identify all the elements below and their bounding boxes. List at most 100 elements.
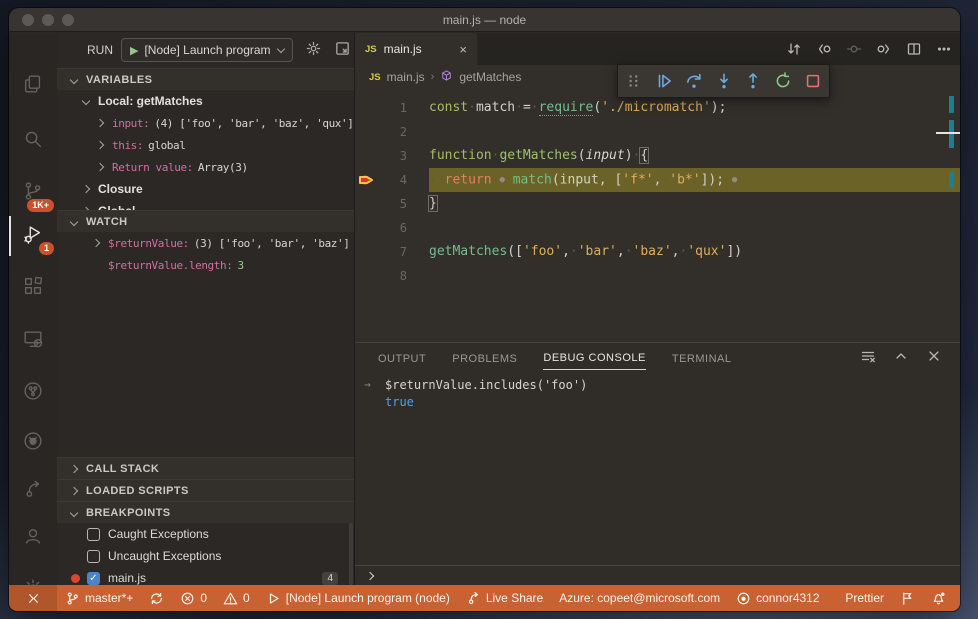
status-git-branch[interactable]: master*+ xyxy=(57,585,141,611)
breakpoint-checkbox[interactable] xyxy=(87,527,100,541)
code-line-1[interactable]: 1 const·match·=·require('./micromatch'); xyxy=(355,96,960,120)
close-panel-icon[interactable] xyxy=(926,348,942,369)
next-change-icon[interactable] xyxy=(876,41,892,57)
watch-row[interactable]: $returnValue: (3) ['foo', 'bar', 'baz'] xyxy=(57,232,354,254)
vscode-window: main.js — node 1K+ 1 RUN ▶ [Node] Launch … xyxy=(9,8,960,611)
section-watch[interactable]: WATCH xyxy=(57,210,354,232)
activity-item-accounts[interactable] xyxy=(9,516,57,560)
variable-value: Array(3) xyxy=(197,160,248,174)
activity-item-remote-explorer[interactable] xyxy=(9,319,57,363)
step-over-button[interactable] xyxy=(683,70,704,92)
panel-tab-debug-console[interactable]: DEBUG CONSOLE xyxy=(543,346,646,370)
line-number[interactable]: 7 xyxy=(355,240,407,264)
activity-item-source-control[interactable]: 1K+ xyxy=(9,171,57,215)
more-actions-icon[interactable] xyxy=(936,41,952,57)
activity-badge: 1 xyxy=(37,241,55,256)
step-into-button[interactable] xyxy=(713,70,734,92)
activity-item-live-share[interactable] xyxy=(9,469,57,513)
maximize-window-button[interactable] xyxy=(62,14,74,26)
variable-row[interactable]: this: global xyxy=(57,134,354,156)
section-variables[interactable]: VARIABLES xyxy=(57,68,354,90)
breakpoint-checkbox[interactable]: ✓ xyxy=(87,571,100,585)
breakpoint-checkbox[interactable] xyxy=(87,549,100,563)
current-change-icon[interactable] xyxy=(846,41,862,57)
status-prettier[interactable]: Prettier xyxy=(837,585,892,611)
activity-item-extensions[interactable] xyxy=(9,266,57,310)
section-breakpoints[interactable]: BREAKPOINTS xyxy=(57,501,354,523)
activity-item-run-and-debug[interactable]: 1 xyxy=(9,214,57,258)
code-line-5[interactable]: 5} xyxy=(355,192,960,216)
status-remote-indicator[interactable] xyxy=(9,585,57,611)
panel-tab-problems[interactable]: PROBLEMS xyxy=(452,347,517,370)
section-call-stack[interactable]: CALL STACK xyxy=(57,457,354,479)
status-feedback[interactable] xyxy=(892,585,923,611)
activity-item-git-graph[interactable] xyxy=(9,371,57,415)
clear-console-icon[interactable] xyxy=(860,348,876,369)
panel-tab-terminal[interactable]: TERMINAL xyxy=(672,347,732,370)
status-debug-launch[interactable]: [Node] Launch program (node) xyxy=(258,585,458,611)
continue-button[interactable] xyxy=(654,70,675,92)
restart-button[interactable] xyxy=(773,70,794,92)
tab-main-js[interactable]: JS main.js × xyxy=(355,33,477,65)
overview-ruler[interactable] xyxy=(936,89,960,342)
variable-row[interactable]: Closure xyxy=(57,178,354,200)
token-pl: ]) xyxy=(726,244,743,259)
token-str: 'qux' xyxy=(687,244,727,259)
previous-change-icon[interactable] xyxy=(816,41,832,57)
line-number[interactable]: 6 xyxy=(355,216,407,240)
status-errors[interactable]: 0 xyxy=(172,585,215,611)
line-number[interactable]: 1 xyxy=(355,96,407,120)
debug-settings-gear-icon[interactable] xyxy=(305,40,322,60)
start-debug-icon[interactable]: ▶ xyxy=(130,44,138,57)
debug-console-output[interactable]: → $returnValue.includes('foo') true xyxy=(355,374,960,565)
watch-row[interactable]: $returnValue.length: 3 xyxy=(57,254,354,276)
line-number[interactable]: 4 xyxy=(355,168,407,192)
code-line-7[interactable]: 7 getMatches(['foo',·'bar',·'baz',·'qux']… xyxy=(355,240,960,264)
code-line-4[interactable]: 4 ··return·● match(input,·['f*',·'b*']); … xyxy=(355,168,960,192)
status-azure-account[interactable]: Azure: copeet@microsoft.com xyxy=(551,585,728,611)
close-window-button[interactable] xyxy=(22,14,34,26)
code-line-6[interactable]: 6 xyxy=(355,216,960,240)
line-number[interactable]: 8 xyxy=(355,264,407,288)
activity-item-explorer[interactable] xyxy=(9,64,57,108)
breadcrumb-file[interactable]: main.js xyxy=(387,70,425,84)
status-notifications[interactable] xyxy=(923,585,954,611)
minimize-window-button[interactable] xyxy=(42,14,54,26)
breakpoint-row[interactable]: Uncaught Exceptions xyxy=(57,545,354,567)
open-debug-console-icon[interactable] xyxy=(334,40,351,60)
line-number[interactable]: 2 xyxy=(355,120,407,144)
variable-row[interactable]: Return value: Array(3) xyxy=(57,156,354,178)
debug-toolbar[interactable] xyxy=(617,64,830,98)
status-sync[interactable] xyxy=(141,585,172,611)
code-text: ··return·● match(input,·['f*',·'b*']); ● xyxy=(429,168,737,193)
code-line-2[interactable]: 2 xyxy=(355,120,960,144)
variable-row[interactable]: input: (4) ['foo', 'bar', 'baz', 'qux'] xyxy=(57,112,354,134)
code-line-3[interactable]: 3 function·getMatches(input)·{ xyxy=(355,144,960,168)
editor-actions xyxy=(786,33,952,65)
variable-row[interactable]: Local: getMatches xyxy=(57,90,354,112)
title-bar[interactable]: main.js — node xyxy=(9,8,960,32)
status-warnings[interactable]: 0 xyxy=(215,585,258,611)
split-editor-icon[interactable] xyxy=(906,41,922,57)
launch-config-dropdown[interactable]: ▶ [Node] Launch program xyxy=(121,38,293,62)
breadcrumb-symbol[interactable]: getMatches xyxy=(459,70,521,84)
breakpoint-row[interactable]: Caught Exceptions xyxy=(57,523,354,545)
line-number[interactable]: 5 xyxy=(355,192,407,216)
chevron-down-icon xyxy=(69,508,79,517)
status-live-share[interactable]: Live Share xyxy=(458,585,551,611)
activity-item-github[interactable] xyxy=(9,421,57,465)
code-line-8[interactable]: 8 xyxy=(355,264,960,288)
step-out-button[interactable] xyxy=(743,70,764,92)
debug-console-input[interactable] xyxy=(355,565,960,585)
stop-button[interactable] xyxy=(802,70,823,92)
code-editor[interactable]: 1 const·match·=·require('./micromatch'); 2… xyxy=(355,89,960,342)
ruler-cursor-mark xyxy=(936,132,960,134)
panel-tab-output[interactable]: OUTPUT xyxy=(378,347,426,370)
section-loaded-scripts[interactable]: LOADED SCRIPTS xyxy=(57,479,354,501)
line-number[interactable]: 3 xyxy=(355,144,407,168)
status-github-account[interactable]: connor4312 xyxy=(728,585,827,611)
open-changes-icon[interactable] xyxy=(786,41,802,57)
collapse-panel-icon[interactable] xyxy=(893,348,909,369)
close-tab-icon[interactable]: × xyxy=(459,42,467,57)
activity-item-search[interactable] xyxy=(9,119,57,163)
